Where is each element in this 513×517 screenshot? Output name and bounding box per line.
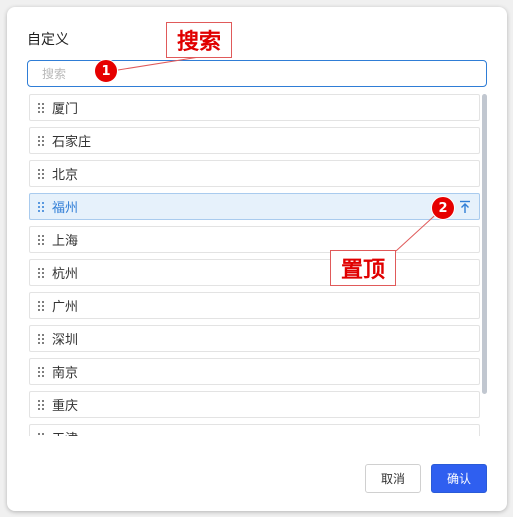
list-item-label: 杭州 (52, 267, 79, 282)
list-item-label: 深圳 (52, 333, 79, 348)
annotation-pin-label: 置顶 (330, 250, 396, 286)
list-item-label: 石家庄 (52, 135, 92, 150)
list-item-xiamen[interactable]: 厦门 (29, 94, 480, 121)
list-item-label: 天津 (52, 428, 78, 436)
list-scrollbar[interactable] (482, 94, 487, 436)
drag-handle-icon[interactable] (30, 432, 52, 437)
city-list: 厦门 石家庄 北京 福州 上海 杭州 广州 深圳 南京 重庆 (29, 94, 489, 436)
drag-handle-icon[interactable] (30, 300, 52, 311)
annotation-marker-2: 2 (431, 196, 455, 220)
list-item-shanghai[interactable]: 上海 (29, 226, 480, 253)
drag-handle-icon[interactable] (30, 333, 52, 344)
drag-handle-icon[interactable] (30, 102, 52, 113)
scrollbar-thumb[interactable] (482, 94, 487, 394)
list-item-chongqing[interactable]: 重庆 (29, 391, 480, 418)
drag-handle-icon[interactable] (30, 234, 52, 245)
list-item-hangzhou[interactable]: 杭州 (29, 259, 480, 286)
list-item-fuzhou[interactable]: 福州 (29, 193, 480, 220)
annotation-marker-1: 1 (94, 59, 118, 83)
confirm-button[interactable]: 确认 (431, 464, 487, 493)
list-item-label: 广州 (52, 300, 79, 315)
drag-handle-icon[interactable] (30, 399, 52, 410)
drag-handle-icon[interactable] (30, 267, 52, 278)
custom-dialog: 自定义 厦门 石家庄 北京 福州 (7, 7, 507, 511)
drag-handle-icon[interactable] (30, 135, 52, 146)
list-item-label: 厦门 (52, 102, 79, 117)
dialog-title: 自定义 (27, 32, 69, 48)
list-item-shijiazhuang[interactable]: 石家庄 (29, 127, 480, 154)
list-item-label: 南京 (52, 366, 79, 381)
list-item-beijing[interactable]: 北京 (29, 160, 480, 187)
drag-handle-icon[interactable] (30, 168, 52, 179)
list-item-nanjing[interactable]: 南京 (29, 358, 480, 385)
list-item-label: 福州 (52, 201, 79, 216)
list-item-label: 重庆 (52, 399, 79, 414)
annotation-search-label: 搜索 (166, 22, 232, 58)
drag-handle-icon[interactable] (30, 201, 52, 212)
drag-handle-icon[interactable] (30, 366, 52, 377)
list-item-shenzhen[interactable]: 深圳 (29, 325, 480, 352)
list-item-tianjin[interactable]: 天津 (29, 424, 480, 436)
list-item-label: 上海 (52, 234, 79, 249)
list-item-guangzhou[interactable]: 广州 (29, 292, 480, 319)
list-item-label: 北京 (52, 168, 79, 183)
cancel-button[interactable]: 取消 (365, 464, 421, 493)
pin-to-top-icon[interactable] (458, 199, 472, 215)
